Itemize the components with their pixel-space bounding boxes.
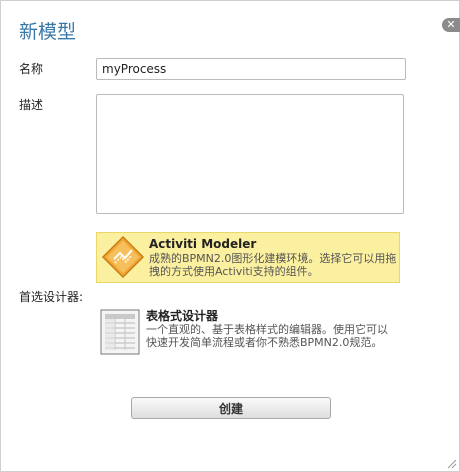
table-editor-description: 一个直观的、基于表格样式的编辑器。使用它可以快速开发简单流程或者你不熟悉BPMN… (146, 323, 388, 349)
table-editor-icon (100, 309, 140, 355)
dialog-title: 新模型 (19, 21, 77, 43)
name-input[interactable] (96, 58, 406, 80)
table-editor-title: 表格式设计器 (146, 309, 219, 323)
resize-grip-icon[interactable] (445, 457, 457, 469)
preferred-designer-label: 首选设计器: (19, 290, 84, 304)
activiti-modeler-title: Activiti Modeler (149, 237, 257, 251)
close-icon[interactable]: ✕ (442, 18, 460, 32)
description-label: 描述 (19, 98, 44, 112)
new-model-dialog: 新模型 ✕ 名称 描述 Activiti Modeler 成熟的BPMN2.0图… (0, 0, 460, 472)
activiti-modeler-description: 成熟的BPMN2.0图形化建模环境。选择它可以用拖拽的方式使用Activiti支… (149, 252, 397, 278)
designer-option-table-editor[interactable]: 表格式设计器 一个直观的、基于表格样式的编辑器。使用它可以快速开发简单流程或者你… (96, 307, 400, 367)
description-textarea[interactable] (96, 94, 404, 214)
designer-option-activiti-modeler[interactable]: Activiti Modeler 成熟的BPMN2.0图形化建模环境。选择它可以… (96, 232, 400, 283)
name-label: 名称 (19, 62, 44, 76)
activiti-modeler-icon (101, 235, 145, 279)
create-button[interactable]: 创建 (131, 397, 331, 419)
